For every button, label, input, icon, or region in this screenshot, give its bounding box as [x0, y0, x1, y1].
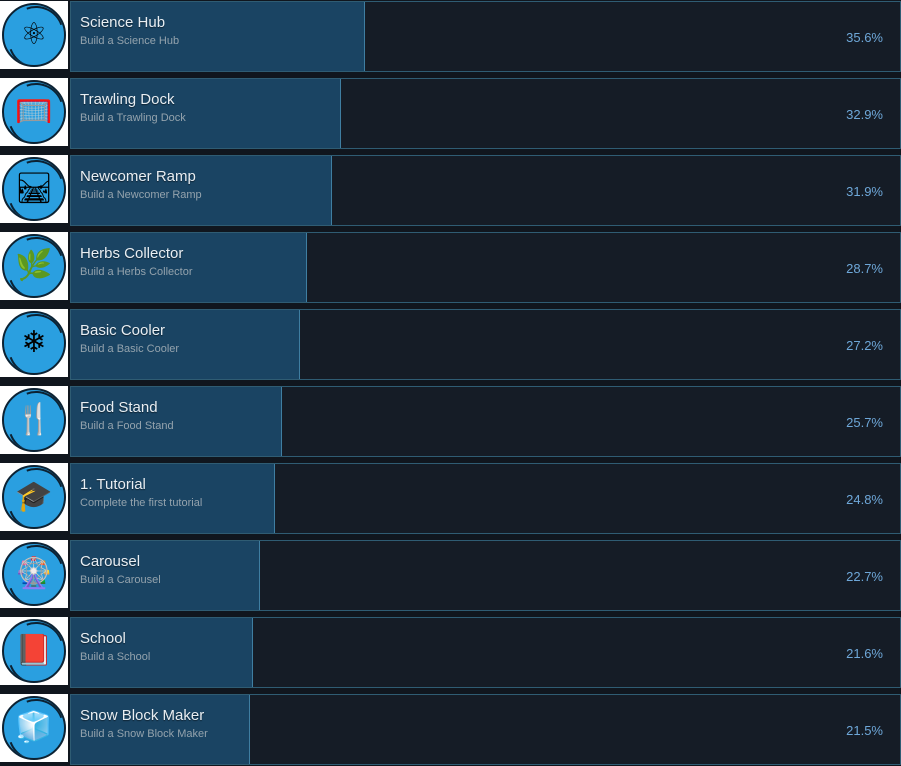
- achievement-title: Science Hub: [80, 14, 166, 31]
- herb-leaf-icon-glyph: 🌿: [15, 249, 53, 282]
- achievement-card[interactable]: Herbs Collector Build a Herbs Collector 28…: [70, 232, 901, 303]
- achievement-title: Carousel: [80, 553, 141, 570]
- achievement-description: Build a Food Stand: [80, 420, 174, 432]
- snowflake-icon: ❄: [2, 311, 66, 375]
- achievement-card[interactable]: Science Hub Build a Science Hub 35.6%: [70, 1, 901, 72]
- book-icon-glyph: 📕: [15, 634, 53, 667]
- achievement-row[interactable]: 📕 School Build a School 21.6%: [0, 616, 901, 689]
- achievement-icon-cell: 📕: [0, 617, 68, 685]
- achievement-card[interactable]: Newcomer Ramp Build a Newcomer Ramp 31.9%: [70, 155, 901, 226]
- achievement-card[interactable]: Snow Block Maker Build a Snow Block Maker…: [70, 694, 901, 765]
- achievement-icon-cell: ❄: [0, 309, 68, 377]
- achievement-row[interactable]: 🛤 Newcomer Ramp Build a Newcomer Ramp 31.9%: [0, 154, 901, 227]
- achievement-percent: 35.6%: [846, 30, 883, 45]
- achievement-text: Food Stand Build a Food Stand: [80, 399, 174, 434]
- fork-knife-icon: 🍴: [2, 388, 66, 452]
- achievement-title: Newcomer Ramp: [80, 168, 196, 185]
- atom-icon-glyph: ⚛: [20, 18, 48, 51]
- book-icon: 📕: [2, 619, 66, 683]
- achievement-title: Basic Cooler: [80, 322, 166, 339]
- achievement-icon-cell: 🛤: [0, 155, 68, 223]
- achievement-title: Food Stand: [80, 399, 158, 416]
- achievement-icon-cell: 🎡: [0, 540, 68, 608]
- achievement-percent: 32.9%: [846, 107, 883, 122]
- carousel-icon-glyph: 🎡: [15, 557, 53, 590]
- achievement-text: Snow Block Maker Build a Snow Block Maker: [80, 707, 208, 742]
- achievement-percent: 25.7%: [846, 415, 883, 430]
- achievement-row[interactable]: ❄ Basic Cooler Build a Basic Cooler 27.2%: [0, 308, 901, 381]
- achievement-card[interactable]: 1. Tutorial Complete the first tutorial 24…: [70, 463, 901, 534]
- achievement-row[interactable]: 🎓 1. Tutorial Complete the first tutorial 2…: [0, 462, 901, 535]
- achievement-text: Carousel Build a Carousel: [80, 553, 161, 588]
- achievement-icon-cell: 🍴: [0, 386, 68, 454]
- achievement-card[interactable]: Food Stand Build a Food Stand 25.7%: [70, 386, 901, 457]
- carousel-icon: 🎡: [2, 542, 66, 606]
- achievement-description: Build a Science Hub: [80, 35, 180, 47]
- achievement-icon-cell: 🧊: [0, 694, 68, 762]
- achievement-row[interactable]: 🧊 Snow Block Maker Build a Snow Block Make…: [0, 693, 901, 766]
- achievement-percent: 31.9%: [846, 184, 883, 199]
- achievement-title: Trawling Dock: [80, 91, 175, 108]
- achievement-card[interactable]: School Build a School 21.6%: [70, 617, 901, 688]
- graduation-cap-icon-glyph: 🎓: [15, 480, 53, 513]
- achievement-card[interactable]: Carousel Build a Carousel 22.7%: [70, 540, 901, 611]
- achievement-title: 1. Tutorial: [80, 476, 146, 493]
- achievement-title: School: [80, 630, 126, 647]
- achievement-description: Build a Newcomer Ramp: [80, 189, 202, 201]
- fishing-net-icon: 🥅: [2, 80, 66, 144]
- fork-knife-icon-glyph: 🍴: [15, 403, 53, 436]
- achievement-icon-cell: 🌿: [0, 232, 68, 300]
- achievement-description: Build a Snow Block Maker: [80, 728, 208, 740]
- achievement-description: Build a Carousel: [80, 574, 161, 586]
- achievement-description: Build a Basic Cooler: [80, 343, 180, 355]
- achievement-text: Herbs Collector Build a Herbs Collector: [80, 245, 193, 280]
- achievement-percent: 27.2%: [846, 338, 883, 353]
- achievement-percent: 24.8%: [846, 492, 883, 507]
- achievement-text: Basic Cooler Build a Basic Cooler: [80, 322, 179, 357]
- achievement-list: ⚛ Science Hub Build a Science Hub 35.6% 🥅 Tra…: [0, 0, 901, 765]
- achievement-row[interactable]: ⚛ Science Hub Build a Science Hub 35.6%: [0, 0, 901, 73]
- ramp-dock-icon: 🛤: [2, 157, 66, 221]
- achievement-row[interactable]: 🎡 Carousel Build a Carousel 22.7%: [0, 539, 901, 612]
- achievement-percent: 22.7%: [846, 569, 883, 584]
- achievement-icon-cell: ⚛: [0, 1, 68, 69]
- achievement-card[interactable]: Trawling Dock Build a Trawling Dock 32.9%: [70, 78, 901, 149]
- achievement-text: Newcomer Ramp Build a Newcomer Ramp: [80, 168, 202, 203]
- achievement-title: Snow Block Maker: [80, 707, 205, 724]
- achievement-description: Build a School: [80, 651, 151, 663]
- fishing-net-icon-glyph: 🥅: [15, 95, 53, 128]
- achievement-row[interactable]: 🥅 Trawling Dock Build a Trawling Dock 32.9%: [0, 77, 901, 150]
- achievement-text: Science Hub Build a Science Hub: [80, 14, 179, 49]
- achievement-text: Trawling Dock Build a Trawling Dock: [80, 91, 186, 126]
- achievement-description: Build a Trawling Dock: [80, 112, 186, 124]
- ramp-dock-icon-glyph: 🛤: [14, 172, 54, 205]
- achievement-title: Herbs Collector: [80, 245, 184, 262]
- achievement-row[interactable]: 🍴 Food Stand Build a Food Stand 25.7%: [0, 385, 901, 458]
- achievement-icon-cell: 🥅: [0, 78, 68, 146]
- atom-icon: ⚛: [2, 3, 66, 67]
- achievement-percent: 21.5%: [846, 723, 883, 738]
- achievement-text: School Build a School: [80, 630, 150, 665]
- achievement-percent: 28.7%: [846, 261, 883, 276]
- achievement-icon-cell: 🎓: [0, 463, 68, 531]
- achievement-percent: 21.6%: [846, 646, 883, 661]
- graduation-cap-icon: 🎓: [2, 465, 66, 529]
- achievement-text: 1. Tutorial Complete the first tutorial: [80, 476, 202, 511]
- ice-block-icon-glyph: 🧊: [15, 711, 53, 744]
- achievement-description: Build a Herbs Collector: [80, 266, 193, 278]
- achievement-description: Complete the first tutorial: [80, 497, 203, 509]
- herb-leaf-icon: 🌿: [2, 234, 66, 298]
- achievement-card[interactable]: Basic Cooler Build a Basic Cooler 27.2%: [70, 309, 901, 380]
- snowflake-icon-glyph: ❄: [21, 326, 47, 359]
- achievement-row[interactable]: 🌿 Herbs Collector Build a Herbs Collector 2…: [0, 231, 901, 304]
- ice-block-icon: 🧊: [2, 696, 66, 760]
